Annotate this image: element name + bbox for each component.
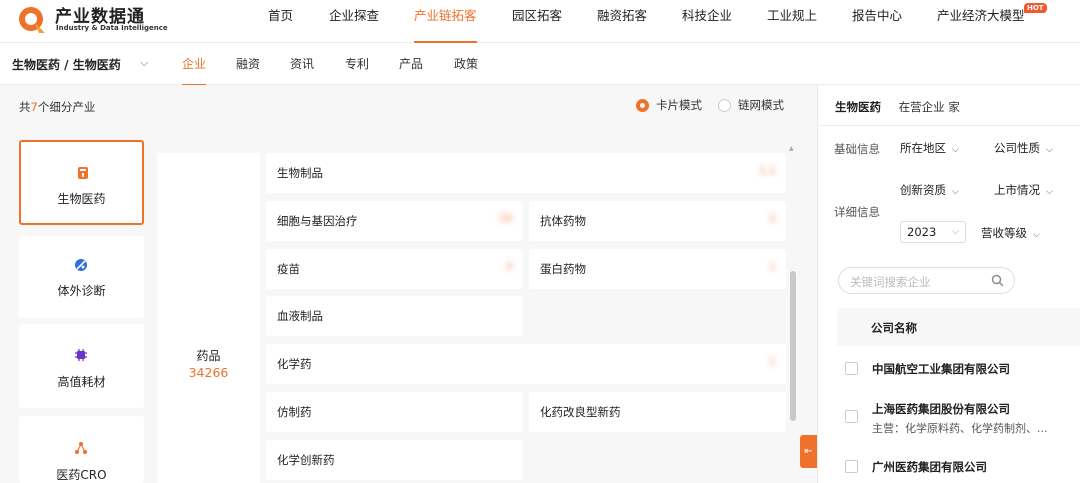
year-select[interactable]: 2023 ⌵ (900, 221, 966, 243)
group-column-drugs[interactable]: 药品 34266 (157, 153, 260, 483)
chevron-down-icon: ⌵ (952, 187, 959, 197)
brand-logo[interactable]: 产业数据通 Industry & Data Intelligence (18, 2, 168, 40)
sub-industry-item[interactable]: 化学药 1 (266, 344, 786, 384)
card-mode-radio[interactable]: 卡片模式 (636, 97, 702, 113)
chip-icon (75, 349, 87, 361)
diagnosis-icon (75, 259, 87, 271)
logo-mark-icon (19, 7, 45, 33)
menu-tech-enterprise[interactable]: 科技企业 (682, 0, 732, 43)
category-card-biomedicine[interactable]: 生物医药 (19, 140, 144, 225)
sub-industry-item[interactable]: 细胞与基因治疗 56 (266, 201, 523, 241)
tab-news[interactable]: 资讯 (290, 43, 314, 85)
row-checkbox[interactable] (845, 460, 858, 473)
tab-policy[interactable]: 政策 (454, 43, 478, 85)
search-icon[interactable] (991, 274, 1004, 287)
chevron-down-icon: ⌵ (952, 227, 959, 237)
industry-map-panel: 共7个细分产业 卡片模式 链网模式 生物医药 体外诊断 高值耗材 医药CRO 药… (0, 85, 817, 483)
sub-industry-list: 生物制品 1,1 细胞与基因治疗 56 抗体药物 2 疫苗 4 蛋白药物 1 血… (266, 138, 799, 483)
table-row[interactable]: 上海医药集团股份有限公司 主营：化学原料药、化学药制剂、... (837, 393, 1080, 441)
chevron-down-icon[interactable]: ⌵ (140, 56, 148, 70)
top-navigation: 产业数据通 Industry & Data Intelligence 首页 企业… (0, 0, 1080, 43)
menu-enterprise-probe[interactable]: 企业探查 (329, 0, 379, 43)
medicine-bottle-icon (78, 167, 88, 179)
region-dropdown[interactable]: 所在地区 ⌵ (900, 140, 959, 156)
company-type-dropdown[interactable]: 公司性质 ⌵ (994, 140, 1053, 156)
scrollbar-thumb[interactable] (790, 271, 796, 421)
chevron-down-icon: ⌵ (1046, 187, 1053, 197)
revenue-dropdown[interactable]: 营收等级 ⌵ (981, 225, 1040, 241)
row-checkbox[interactable] (845, 362, 858, 375)
table-row[interactable]: 中国航空工业集团有限公司 (837, 353, 1080, 383)
sub-industry-item[interactable]: 蛋白药物 1 (529, 249, 786, 289)
chevron-down-icon: ⌵ (1033, 230, 1040, 240)
radio-selected-icon (636, 98, 649, 112)
company-search-input[interactable]: 关键词搜索企业 (838, 267, 1015, 294)
sub-industry-item[interactable]: 化学创新药 (266, 440, 523, 480)
brand-subtitle: Industry & Data Intelligence (56, 24, 168, 32)
table-header: 公司名称 (837, 308, 1080, 346)
tab-patent[interactable]: 专利 (345, 43, 369, 85)
industry-breadcrumb[interactable]: 生物医药 / 生物医药 (12, 56, 121, 73)
group-name: 药品 (196, 349, 221, 363)
tab-financing[interactable]: 融资 (236, 43, 260, 85)
listing-dropdown[interactable]: 上市情况 ⌵ (994, 182, 1053, 198)
tab-product[interactable]: 产品 (399, 43, 423, 85)
sub-industry-item[interactable]: 抗体药物 2 (529, 201, 786, 241)
sub-navigation: 生物医药 / 生物医药 ⌵ 企业 融资 资讯 专利 产品 政策 (0, 43, 1080, 86)
sub-industry-count: 共7个细分产业 (19, 100, 96, 114)
collapse-panel-button[interactable]: ⇤ (800, 435, 817, 468)
chevron-down-icon: ⌵ (1046, 145, 1053, 155)
group-count: 34266 (188, 365, 229, 380)
row-checkbox[interactable] (845, 410, 858, 423)
menu-report-center[interactable]: 报告中心 (852, 0, 902, 43)
divider (818, 125, 1080, 126)
innovation-dropdown[interactable]: 创新资质 ⌵ (900, 182, 959, 198)
menu-financing[interactable]: 融资拓客 (597, 0, 647, 43)
tab-enterprise[interactable]: 企业 (182, 43, 207, 86)
category-card-cro[interactable]: 医药CRO (19, 416, 144, 483)
category-card-ivd[interactable]: 体外诊断 (19, 236, 144, 318)
sub-industry-item[interactable]: 疫苗 4 (266, 249, 523, 289)
menu-industrial-scale[interactable]: 工业规上 (767, 0, 817, 43)
panel-header: 生物医药 在营企业 家 (835, 100, 960, 114)
sub-industry-item[interactable]: 生物制品 1,1 (266, 153, 786, 193)
sub-industry-item[interactable]: 化药改良型新药 (529, 392, 786, 432)
detail-info-label: 详细信息 (834, 205, 880, 219)
hot-badge: HOT (1024, 3, 1047, 13)
company-filter-panel: 生物医药 在营企业 家 基础信息 所在地区 ⌵ 公司性质 ⌵ 详细信息 创新资质 ⌵ … (817, 85, 1080, 483)
sub-industry-item[interactable]: 仿制药 (266, 392, 523, 432)
menu-home[interactable]: 首页 (268, 0, 293, 43)
menu-industry-chain[interactable]: 产业链拓客 (414, 0, 477, 43)
basic-info-label: 基础信息 (834, 142, 880, 156)
chevron-down-icon: ⌵ (952, 145, 959, 155)
category-card-consumables[interactable]: 高值耗材 (19, 324, 144, 408)
chain-mode-radio[interactable]: 链网模式 (718, 97, 784, 113)
network-icon (75, 442, 87, 454)
scroll-up-arrow-icon[interactable]: ▲ (789, 145, 794, 152)
menu-park[interactable]: 园区拓客 (512, 0, 562, 43)
radio-empty-icon (718, 98, 731, 112)
menu-ai-model[interactable]: 产业经济大模型 (937, 0, 1025, 43)
sub-industry-item[interactable]: 血液制品 (266, 296, 523, 336)
table-row[interactable]: 广州医药集团有限公司 (837, 453, 1080, 481)
